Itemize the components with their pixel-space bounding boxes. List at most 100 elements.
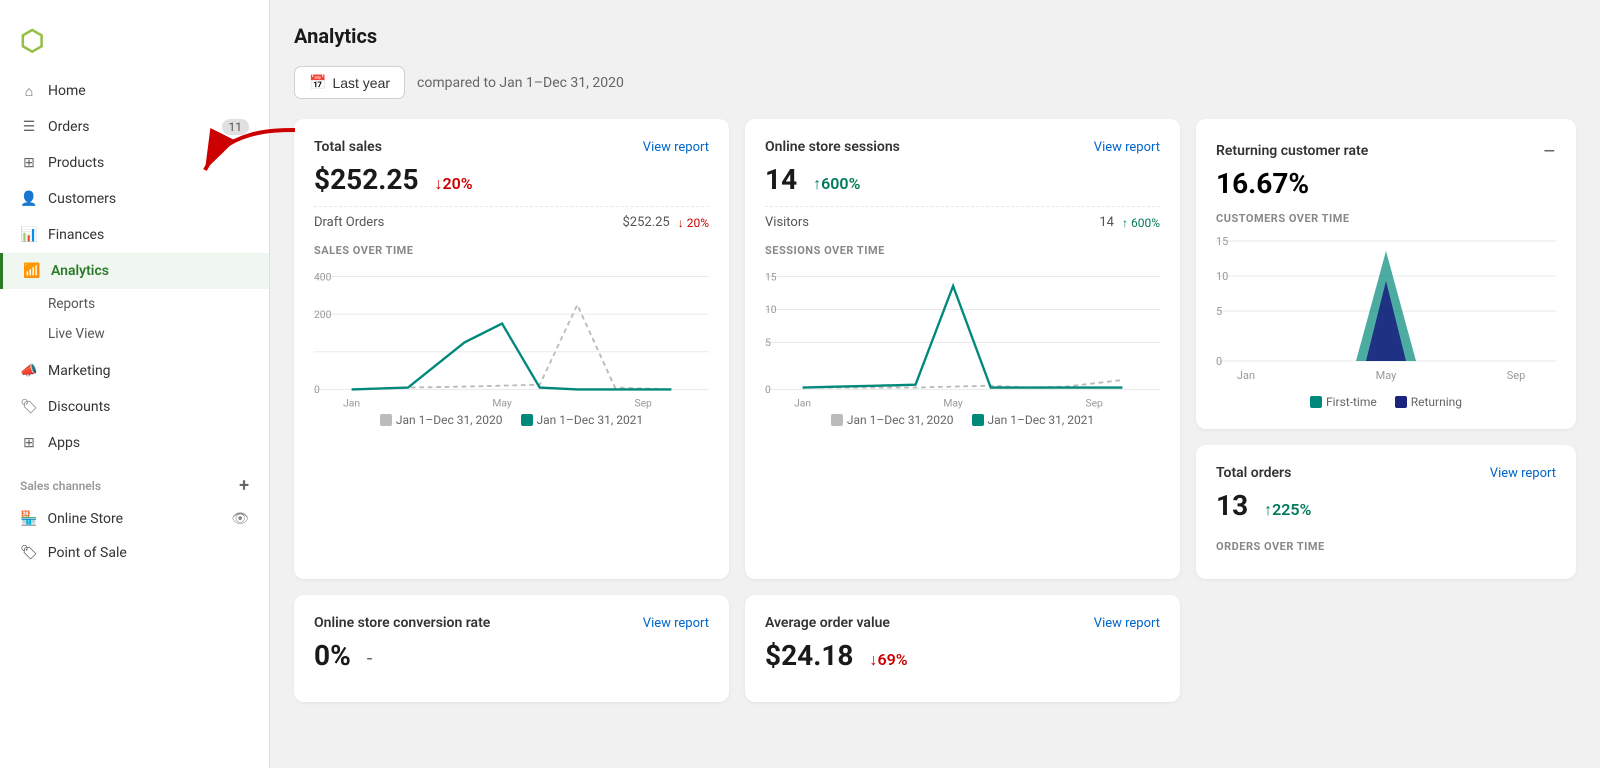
draft-orders-change: ↓ 20% <box>678 216 709 230</box>
conversion-card: Online store conversion rate View report… <box>294 595 729 702</box>
cards-grid: Total sales View report $252.25 ↓20% Dra… <box>294 119 1576 579</box>
conversion-view-report[interactable]: View report <box>643 616 709 631</box>
sidebar-item-home[interactable]: ⌂ Home <box>0 73 269 109</box>
orders-badge: 11 <box>222 119 250 135</box>
finances-icon: 📊 <box>20 226 38 244</box>
orders-card-title: Total orders <box>1216 465 1291 481</box>
filter-bar: 📅 Last year compared to Jan 1–Dec 31, 20… <box>294 66 1576 99</box>
svg-text:200: 200 <box>314 308 332 321</box>
svg-text:Jan: Jan <box>1237 369 1255 382</box>
svg-text:0: 0 <box>765 383 771 396</box>
svg-text:0: 0 <box>1216 355 1222 368</box>
sidebar-sub-item-reports[interactable]: Reports <box>0 289 269 319</box>
sidebar-item-apps[interactable]: ⊞ Apps <box>0 425 269 461</box>
returning-chart: 15 10 5 0 Jan May Sep <box>1216 231 1556 385</box>
orders-view-report[interactable]: View report <box>1490 466 1556 481</box>
analytics-icon: 📶 <box>23 262 41 280</box>
avg-order-header: Average order value View report <box>765 615 1160 631</box>
returning-title: Returning customer rate <box>1216 143 1368 159</box>
sessions-header: Online store sessions View report <box>765 139 1160 155</box>
date-filter-button[interactable]: 📅 Last year <box>294 66 405 99</box>
sidebar-item-point-of-sale[interactable]: 🏷 Point of Sale <box>0 536 269 570</box>
sidebar-item-analytics[interactable]: 📶 Analytics <box>0 253 269 289</box>
right-column: Returning customer rate – 16.67% CUSTOME… <box>1196 119 1576 579</box>
sidebar-sub-item-live-view[interactable]: Live View <box>0 319 269 349</box>
main-content: Analytics 📅 Last year compared to Jan 1–… <box>270 0 1600 768</box>
svg-text:Jan: Jan <box>794 396 811 409</box>
svg-text:May: May <box>943 396 963 409</box>
total-orders-card: Total orders View report 13 ↑225% ORDERS… <box>1196 445 1576 579</box>
svg-text:15: 15 <box>1216 235 1228 248</box>
avg-order-view-report[interactable]: View report <box>1094 616 1160 631</box>
svg-text:Jan: Jan <box>343 396 360 409</box>
svg-text:Sep: Sep <box>634 396 652 409</box>
svg-text:400: 400 <box>314 270 332 283</box>
bottom-cards-row: Online store conversion rate View report… <box>294 595 1576 702</box>
sessions-chart-label: SESSIONS OVER TIME <box>765 244 1160 257</box>
sales-chart-label: SALES OVER TIME <box>314 244 709 257</box>
conversion-title: Online store conversion rate <box>314 615 490 631</box>
total-sales-card: Total sales View report $252.25 ↓20% Dra… <box>294 119 729 579</box>
returning-header: Returning customer rate – <box>1216 139 1556 163</box>
sidebar-item-finances[interactable]: 📊 Finances <box>0 217 269 253</box>
svg-text:May: May <box>1376 369 1398 382</box>
pos-icon: 🏷 <box>20 545 38 561</box>
sessions-value: 14 <box>765 163 797 196</box>
add-channel-icon[interactable]: + <box>239 475 249 496</box>
orders-chart-label: ORDERS OVER TIME <box>1216 540 1556 553</box>
sidebar-item-marketing[interactable]: 📣 Marketing <box>0 353 269 389</box>
store-icon: 🏪 <box>20 511 37 527</box>
returning-value: 16.67% <box>1216 167 1556 200</box>
customers-icon: 👤 <box>20 190 38 208</box>
home-icon: ⌂ <box>20 82 38 100</box>
total-sales-row: Draft Orders $252.25 ↓ 20% <box>314 206 709 230</box>
orders-change: ↑225% <box>1264 500 1311 520</box>
avg-order-card: Average order value View report $24.18 ↓… <box>745 595 1180 702</box>
svg-text:15: 15 <box>765 270 777 283</box>
svg-text:10: 10 <box>765 303 777 316</box>
svg-text:May: May <box>492 396 512 409</box>
online-sessions-card: Online store sessions View report 14 ↑60… <box>745 119 1180 579</box>
calendar-icon: 📅 <box>309 74 326 91</box>
svg-text:10: 10 <box>1216 270 1228 283</box>
conversion-change: - <box>367 646 373 670</box>
sidebar-item-online-store[interactable]: 🏪 Online Store 👁 <box>0 502 269 536</box>
svg-text:Sep: Sep <box>1507 369 1526 382</box>
total-sales-title: Total sales <box>314 139 382 155</box>
sales-channels-label: Sales channels + <box>0 461 269 502</box>
svg-text:5: 5 <box>1216 305 1222 318</box>
conversion-value: 0% <box>314 639 351 672</box>
total-sales-value: $252.25 <box>314 163 419 196</box>
sidebar-logo: ⬡ <box>0 16 269 73</box>
conversion-header: Online store conversion rate View report <box>314 615 709 631</box>
total-sales-header: Total sales View report <box>314 139 709 155</box>
sidebar-item-discounts[interactable]: 🏷 Discounts <box>0 389 269 425</box>
orders-header: Total orders View report <box>1216 465 1556 481</box>
products-icon: ⊞ <box>20 154 38 172</box>
apps-icon: ⊞ <box>20 434 38 452</box>
orders-icon: ☰ <box>20 118 38 136</box>
marketing-icon: 📣 <box>20 362 38 380</box>
svg-text:5: 5 <box>765 336 771 349</box>
sidebar-item-products[interactable]: ⊞ Products <box>0 145 269 181</box>
returning-legend: First-time Returning <box>1216 395 1556 409</box>
orders-value: 13 <box>1216 489 1248 522</box>
sessions-view-report[interactable]: View report <box>1094 140 1160 155</box>
avg-order-value: $24.18 <box>765 639 853 672</box>
eye-icon[interactable]: 👁 <box>231 511 249 527</box>
sidebar: ⬡ ⌂ Home ☰ Orders 11 ⊞ Products 👤 Custom… <box>0 0 270 768</box>
total-sales-view-report[interactable]: View report <box>643 140 709 155</box>
returning-customer-card: Returning customer rate – 16.67% CUSTOME… <box>1196 119 1576 429</box>
avg-order-change: ↓69% <box>869 650 907 670</box>
svg-text:Sep: Sep <box>1085 396 1103 409</box>
sales-legend: Jan 1–Dec 31, 2020 Jan 1–Dec 31, 2021 <box>314 413 709 427</box>
svg-text:0: 0 <box>314 383 320 396</box>
bottom-right-placeholder <box>1196 595 1576 702</box>
sidebar-item-customers[interactable]: 👤 Customers <box>0 181 269 217</box>
sessions-title: Online store sessions <box>765 139 900 155</box>
sidebar-item-orders[interactable]: ☰ Orders 11 <box>0 109 269 145</box>
sessions-chart: 15 10 5 0 Jan May Sep <box>765 263 1160 403</box>
sessions-change: ↑600% <box>813 174 860 194</box>
sales-chart: 400 200 0 Jan May Sep <box>314 263 709 403</box>
total-sales-change: ↓20% <box>435 174 473 194</box>
